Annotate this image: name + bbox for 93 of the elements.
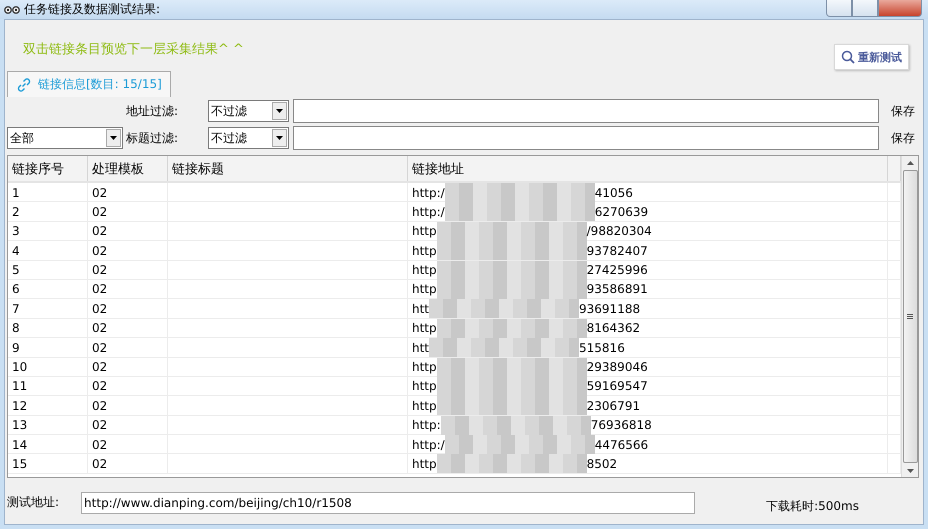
table-cell: 02 [88,318,168,338]
url-start: http [412,321,437,336]
grip-icon [907,314,913,319]
url-start: http [412,263,437,278]
table-cell: 2 [8,202,88,222]
table-cell: 15 [8,454,88,474]
url-start: http [412,244,437,258]
url-start: http [412,379,437,394]
table-cell: 7 [8,299,88,318]
hint-text: 双击链接条目预览下一层采集结果^ ^ [23,41,244,58]
table-cell: 02 [88,376,168,396]
url-end: 27425996 [586,263,648,278]
table-cell: 13 [8,416,88,435]
url-start: http [412,224,437,238]
caret-icon [276,109,283,113]
caret-icon [110,136,117,140]
table-cell: 5 [8,260,88,280]
url-end: 76936818 [590,418,652,432]
search-icon [841,50,855,64]
table-cell: 14 [8,435,88,454]
download-time: 下载耗时:500ms [766,498,859,515]
table-cell: 02 [88,202,168,222]
down-arrow-icon [906,469,914,473]
scrollbar[interactable] [901,156,918,477]
url-start: http: [412,418,441,432]
filter-label: 标题过滤: [126,130,180,146]
filter-label: 地址过滤: [126,102,180,120]
table-cell: 4 [8,241,88,260]
table-cell: 6 [8,280,88,299]
url-end: 29389046 [586,360,648,374]
filter-dropdown[interactable]: 不过滤 [208,127,289,149]
retest-button[interactable]: 重新测试 [834,44,909,70]
scroll-thumb[interactable] [902,170,918,463]
url-start: http [412,360,437,374]
url-end: 93691188 [579,302,640,316]
url-start: http [412,456,437,471]
glasses-icon [4,6,20,14]
url-start: htt [412,340,430,355]
link-icon [16,76,32,92]
url-start: http:/ [412,438,445,452]
url-end: 6270639 [594,204,648,219]
minimize-button[interactable] [826,0,852,17]
url-end: 8502 [586,456,618,471]
table-cell: 10 [8,358,88,377]
table-cell: 02 [88,222,168,241]
table-cell: 1 [8,183,88,202]
url-start: htt [412,302,430,316]
filter-dropdown[interactable]: 不过滤 [208,100,289,122]
table-cell: 02 [88,338,168,358]
table-cell: 02 [88,454,168,474]
table-cell: 02 [88,260,168,280]
table-cell: 11 [8,376,88,396]
column-header[interactable]: 链接标题 [168,156,408,181]
url-end: 93586891 [586,282,648,296]
table-cell: 02 [88,435,168,454]
caret-icon [276,136,283,140]
table-cell: 02 [88,358,168,377]
url-start: http [412,398,437,413]
url-end: 515816 [579,340,625,355]
table-cell: 02 [88,280,168,299]
table-cell: 02 [88,416,168,435]
column-header[interactable]: 链接地址 [408,156,888,181]
url-end: 4476566 [594,438,648,452]
save-button[interactable]: 保存 [883,130,923,146]
test-url-label: 测试地址: [7,494,60,511]
url-end: /98820304 [586,224,652,238]
table-cell: 8 [8,318,88,338]
url-end: 93782407 [586,244,648,258]
table-cell: 12 [8,396,88,416]
column-header[interactable]: 链接序号 [8,156,88,181]
url-end: 2306791 [586,398,640,413]
filter-input[interactable] [293,99,879,123]
url-start: http:/ [412,204,445,219]
table-cell: 9 [8,338,88,358]
test-url-field[interactable]: http://www.dianping.com/beijing/ch10/r1508 [81,492,696,514]
url-end: 8164362 [586,321,640,336]
save-button[interactable]: 保存 [883,102,923,120]
close-button[interactable] [878,0,922,17]
table-cell: 02 [88,396,168,416]
url-end: 41056 [594,186,633,200]
up-arrow-icon [906,161,914,165]
column-header[interactable]: 处理模板 [88,156,168,181]
url-start: http [412,282,437,296]
window-title: 任务链接及数据测试结果: [24,1,160,18]
table-cell: 02 [88,183,168,202]
filter-input[interactable] [293,126,879,150]
url-end: 59169547 [586,379,648,394]
scope-dropdown[interactable]: 全部 [7,127,123,149]
maximize-button[interactable] [852,0,878,17]
url-start: http:/ [412,186,445,200]
table-cell: 02 [88,299,168,318]
table-cell: 3 [8,222,88,241]
table-cell: 02 [88,241,168,260]
